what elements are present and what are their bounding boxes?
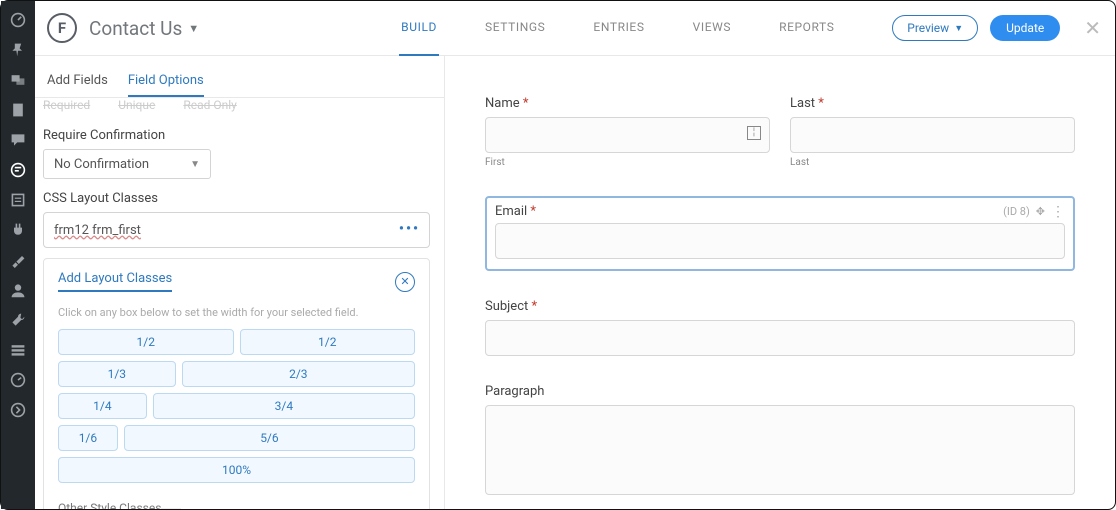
last-label: Last [790, 96, 815, 111]
name-label: Name [485, 96, 520, 111]
app-logo-icon: F [47, 13, 77, 43]
first-sublabel: First [485, 157, 770, 168]
confirm-select[interactable]: No Confirmation ▼ [43, 149, 211, 179]
preview-button[interactable]: Preview ▼ [892, 15, 978, 41]
form-canvas: Name * ╎ First Last * Last Email * (I [445, 56, 1115, 509]
rail-plugins-icon[interactable] [5, 217, 31, 243]
layout-half-a[interactable]: 1/2 [58, 329, 234, 355]
field-subject[interactable]: Subject * [485, 299, 1075, 356]
css-classes-label: CSS Layout Classes [43, 191, 430, 206]
form-title: Contact Us [89, 17, 182, 40]
rail-appearance-icon[interactable] [5, 247, 31, 273]
panel-note: Click on any box below to set the width … [58, 306, 415, 319]
layout-half-b[interactable]: 1/2 [240, 329, 416, 355]
rail-dashboard-icon[interactable] [5, 7, 31, 33]
chevron-down-icon: ▼ [190, 159, 200, 170]
required-indicator: * [531, 299, 537, 314]
rail-pin-icon[interactable] [5, 37, 31, 63]
other-style-heading: Other Style Classes [58, 501, 415, 509]
layout-third[interactable]: 1/3 [58, 361, 176, 387]
tab-views[interactable]: VIEWS [691, 1, 734, 56]
main-tabs: BUILD SETTINGS ENTRIES VIEWS REPORTS [399, 1, 836, 56]
tab-reports[interactable]: REPORTS [777, 1, 836, 56]
rail-pages-icon[interactable] [5, 97, 31, 123]
tab-build[interactable]: BUILD [399, 1, 439, 56]
layout-quarter[interactable]: 1/4 [58, 393, 147, 419]
last-sublabel: Last [790, 157, 1075, 168]
css-classes-input[interactable]: frm12 frm_first [43, 212, 430, 248]
tab-entries[interactable]: ENTRIES [591, 1, 646, 56]
sidebar: Add Fields Field Options Required Unique… [35, 56, 445, 509]
field-email-selected[interactable]: Email * (ID 8) ✥ ⋮ [485, 196, 1075, 271]
preview-label: Preview [907, 21, 949, 35]
subject-input[interactable] [485, 320, 1075, 356]
side-tab-add-fields[interactable]: Add Fields [47, 66, 108, 97]
paragraph-label: Paragraph [485, 384, 544, 399]
confirm-label: Require Confirmation [43, 128, 430, 143]
layout-full[interactable]: 100% [58, 457, 415, 483]
rail-settings-icon[interactable] [5, 337, 31, 363]
email-label: Email [495, 204, 527, 219]
side-tab-field-options[interactable]: Field Options [128, 66, 204, 97]
more-options-icon[interactable]: ••• [399, 221, 420, 237]
move-icon[interactable]: ✥ [1036, 205, 1045, 218]
autofill-icon: ╎ [747, 126, 761, 140]
wp-admin-rail [1, 1, 35, 509]
caret-down-icon: ▼ [954, 23, 963, 34]
rail-tools-icon[interactable] [5, 307, 31, 333]
layout-two-thirds[interactable]: 2/3 [182, 361, 415, 387]
field-name[interactable]: Name * ╎ First [485, 96, 770, 168]
layout-sixth[interactable]: 1/6 [58, 425, 118, 451]
panel-title: Add Layout Classes [58, 271, 172, 292]
tab-settings[interactable]: SETTINGS [483, 1, 547, 56]
rail-performance-icon[interactable] [5, 367, 31, 393]
field-paragraph[interactable]: Paragraph [485, 384, 1075, 495]
email-input[interactable] [495, 223, 1065, 259]
rail-comments-icon[interactable] [5, 127, 31, 153]
subject-label: Subject [485, 299, 528, 314]
field-menu-icon[interactable]: ⋮ [1051, 205, 1065, 219]
first-name-input[interactable]: ╎ [485, 117, 770, 153]
validation-options-row: Required Unique Read Only [43, 98, 430, 116]
caret-down-icon: ▼ [188, 22, 199, 35]
layout-classes-panel: Add Layout Classes ✕ Click on any box be… [43, 258, 430, 509]
css-classes-value: frm12 frm_first [54, 223, 141, 238]
rail-forms-icon[interactable] [5, 187, 31, 213]
close-icon[interactable]: ✕ [1084, 18, 1101, 38]
field-last[interactable]: Last * Last [790, 96, 1075, 168]
update-button[interactable]: Update [990, 15, 1060, 41]
paragraph-textarea[interactable] [485, 405, 1075, 495]
confirm-value: No Confirmation [54, 157, 149, 172]
required-indicator: * [523, 96, 529, 111]
layout-three-quarters[interactable]: 3/4 [153, 393, 415, 419]
rail-media-icon[interactable] [5, 67, 31, 93]
last-name-input[interactable] [790, 117, 1075, 153]
layout-five-sixths[interactable]: 5/6 [124, 425, 415, 451]
rail-users-icon[interactable] [5, 277, 31, 303]
required-indicator: * [530, 204, 536, 219]
rail-collapse-icon[interactable] [5, 397, 31, 423]
rail-formidable-icon[interactable] [5, 157, 31, 183]
required-indicator: * [818, 96, 824, 111]
topbar: F Contact Us ▼ BUILD SETTINGS ENTRIES VI… [35, 1, 1115, 56]
field-id: (ID 8) [1003, 205, 1030, 218]
panel-close-icon[interactable]: ✕ [395, 272, 415, 292]
form-title-dropdown[interactable]: Contact Us ▼ [89, 17, 199, 40]
